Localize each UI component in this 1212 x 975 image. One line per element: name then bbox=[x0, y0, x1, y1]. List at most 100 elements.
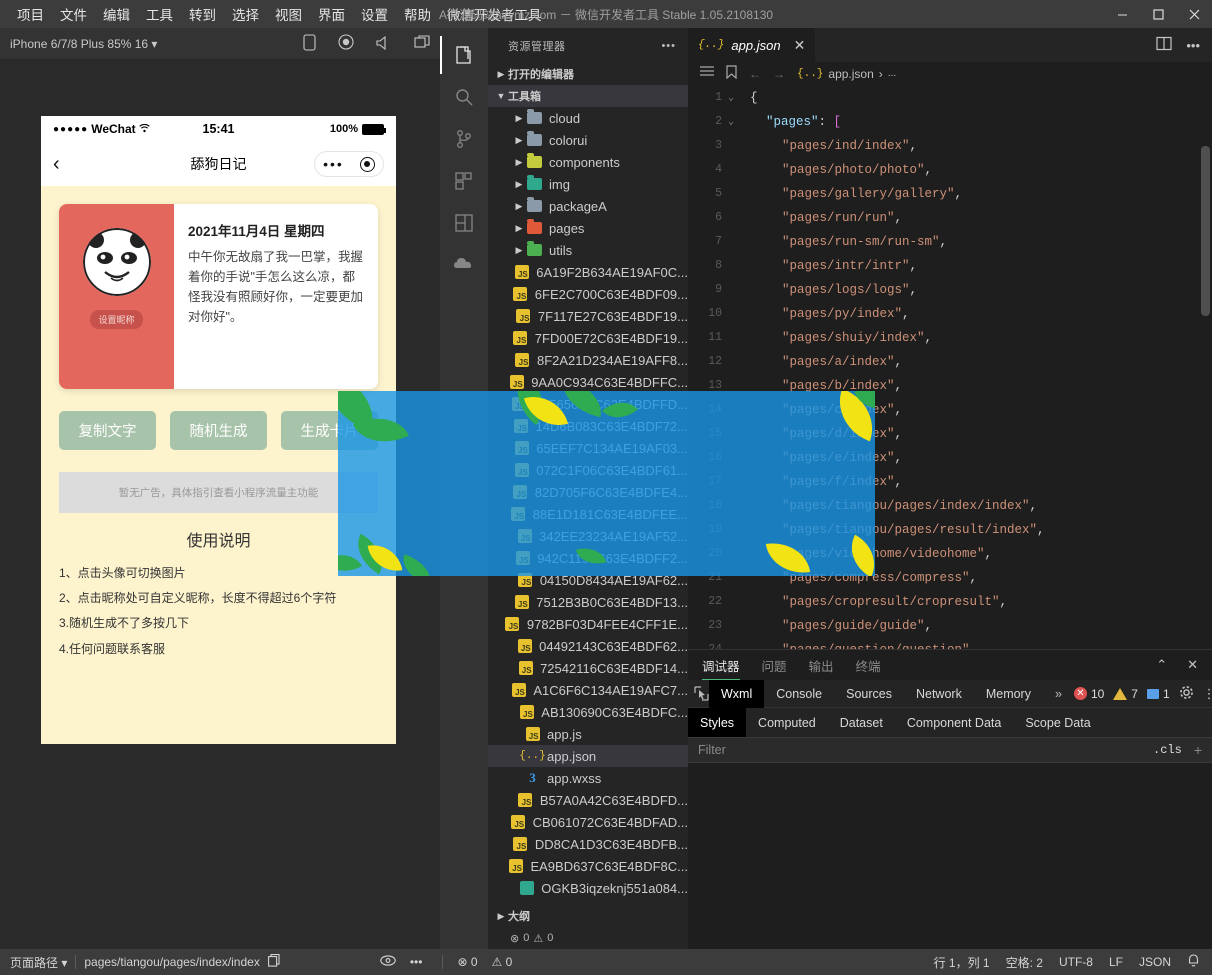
explorer-file-04150D8434AE19AF62...[interactable]: JS04150D8434AE19AF62... bbox=[488, 569, 688, 591]
record-icon[interactable] bbox=[338, 34, 354, 53]
menu-item-4[interactable]: 转到 bbox=[182, 0, 223, 28]
menu-item-5[interactable]: 选择 bbox=[225, 0, 266, 28]
status-warnings[interactable]: ⚠ 0 bbox=[492, 955, 513, 969]
devtools-tab-network[interactable]: Network bbox=[904, 680, 974, 708]
debugger-tab-3[interactable]: 终端 bbox=[856, 650, 881, 680]
explorer-file-7512B3B0C63E4BDF13...[interactable]: JS7512B3B0C63E4BDF13... bbox=[488, 591, 688, 613]
explorer-folder-packageA[interactable]: ▶packageA bbox=[488, 195, 688, 217]
close-panel-icon[interactable]: ✕ bbox=[1187, 657, 1198, 673]
back-arrow-icon[interactable]: ← bbox=[749, 67, 761, 81]
notification-bell-icon[interactable] bbox=[1187, 954, 1200, 971]
explorer-icon[interactable] bbox=[440, 36, 488, 74]
explorer-folder-cloud[interactable]: ▶cloud bbox=[488, 107, 688, 129]
outline-section[interactable]: ▶ 大纲 bbox=[488, 905, 688, 927]
fold-toggle-icon[interactable]: ⌄ bbox=[722, 116, 740, 128]
menu-item-8[interactable]: 设置 bbox=[354, 0, 395, 28]
code-line-20[interactable]: 20"pages/videohome/videohome", bbox=[688, 542, 1212, 566]
menu-item-3[interactable]: 工具 bbox=[139, 0, 180, 28]
explorer-file-9B5656B6C63E4BDFFD...[interactable]: JS9B5656B6C63E4BDFFD... bbox=[488, 393, 688, 415]
code-line-12[interactable]: 12"pages/a/index", bbox=[688, 350, 1212, 374]
explorer-file-A1C6F6C134AE19AFC7...[interactable]: JSA1C6F6C134AE19AFC7... bbox=[488, 679, 688, 701]
breadcrumb-rest[interactable]: ... bbox=[888, 68, 896, 79]
styles-tab-3[interactable]: Component Data bbox=[895, 708, 1014, 737]
collapse-panel-icon[interactable]: ⌃ bbox=[1156, 657, 1167, 673]
phone-screen[interactable]: ●●●●● WeChat 15:41 100% bbox=[41, 116, 396, 744]
status-errors[interactable]: ⊗ 0 bbox=[457, 955, 477, 969]
explorer-file-82D705F6C63E4BDFE4...[interactable]: JS82D705F6C63E4BDFE4... bbox=[488, 481, 688, 503]
forward-arrow-icon[interactable]: → bbox=[773, 67, 785, 81]
menu-item-2[interactable]: 编辑 bbox=[96, 0, 137, 28]
explorer-file-OGKB3iqzeknj551a084...[interactable]: OGKB3iqzeknj551a084... bbox=[488, 877, 688, 899]
code-line-17[interactable]: 17"pages/f/index", bbox=[688, 470, 1212, 494]
explorer-file-AB130690C63E4BDFC...[interactable]: JSAB130690C63E4BDFC... bbox=[488, 701, 688, 723]
code-line-10[interactable]: 10"pages/py/index", bbox=[688, 302, 1212, 326]
code-line-19[interactable]: 19"pages/tiangou/pages/result/index", bbox=[688, 518, 1212, 542]
code-line-4[interactable]: 4"pages/photo/photo", bbox=[688, 158, 1212, 182]
close-tab-icon[interactable]: ✕ bbox=[794, 37, 806, 54]
code-line-11[interactable]: 11"pages/shuiy/index", bbox=[688, 326, 1212, 350]
phone-icon[interactable] bbox=[303, 34, 316, 54]
page-path-selector[interactable]: 页面路径 ▾ bbox=[10, 954, 67, 971]
close-button[interactable] bbox=[1176, 0, 1212, 28]
code-line-1[interactable]: 1⌄{ bbox=[688, 86, 1212, 110]
code-line-9[interactable]: 9"pages/logs/logs", bbox=[688, 278, 1212, 302]
code-line-22[interactable]: 22"pages/cropresult/cropresult", bbox=[688, 590, 1212, 614]
bookmark-icon[interactable] bbox=[726, 65, 737, 82]
explorer-file-88E1D181C63E4BDFEE...[interactable]: JS88E1D181C63E4BDFEE... bbox=[488, 503, 688, 525]
menu-item-6[interactable]: 视图 bbox=[268, 0, 309, 28]
code-line-16[interactable]: 16"pages/e/index", bbox=[688, 446, 1212, 470]
error-badge[interactable]: ✕ 10 bbox=[1074, 687, 1104, 701]
outline-toggle-icon[interactable] bbox=[700, 66, 714, 81]
explorer-file-942C1195C63E4BDFF2...[interactable]: JS942C1195C63E4BDFF2... bbox=[488, 547, 688, 569]
code-editor[interactable]: 1⌄{2⌄"pages": [3"pages/ind/index",4"page… bbox=[688, 86, 1212, 649]
explorer-file-9782BF03D4FEE4CFF1E...[interactable]: JS9782BF03D4FEE4CFF1E... bbox=[488, 613, 688, 635]
problems-summary[interactable]: ⊗ 0 ⚠ 0 bbox=[488, 927, 688, 949]
explorer-file-072C1F06C63E4BDF61...[interactable]: JS072C1F06C63E4BDF61... bbox=[488, 459, 688, 481]
code-line-13[interactable]: 13"pages/b/index", bbox=[688, 374, 1212, 398]
explorer-more-icon[interactable]: ••• bbox=[661, 40, 676, 52]
language-mode[interactable]: JSON bbox=[1139, 955, 1171, 969]
styles-tab-4[interactable]: Scope Data bbox=[1013, 708, 1102, 737]
split-editor-icon[interactable] bbox=[1156, 36, 1172, 54]
code-line-5[interactable]: 5"pages/gallery/gallery", bbox=[688, 182, 1212, 206]
more-actions-icon[interactable]: ••• bbox=[1186, 38, 1200, 53]
editor-tab-app-json[interactable]: {..} app.json ✕ bbox=[688, 28, 816, 62]
debugger-tab-1[interactable]: 问题 bbox=[762, 650, 787, 680]
code-line-21[interactable]: 21"pages/compress/compress", bbox=[688, 566, 1212, 590]
volume-icon[interactable] bbox=[376, 35, 392, 53]
devtools-tab-sources[interactable]: Sources bbox=[834, 680, 904, 708]
explorer-folder-colorui[interactable]: ▶colorui bbox=[488, 129, 688, 151]
styles-tab-0[interactable]: Styles bbox=[688, 708, 746, 737]
explorer-file-8F2A21D234AE19AFF8...[interactable]: JS8F2A21D234AE19AFF8... bbox=[488, 349, 688, 371]
explorer-file-app.js[interactable]: JSapp.js bbox=[488, 723, 688, 745]
styles-tab-2[interactable]: Dataset bbox=[828, 708, 895, 737]
device-selector[interactable]: iPhone 6/7/8 Plus 85% 16 ▾ bbox=[10, 37, 157, 51]
explorer-file-6FE2C700C63E4BDF09...[interactable]: JS6FE2C700C63E4BDF09... bbox=[488, 283, 688, 305]
explorer-folder-pages[interactable]: ▶pages bbox=[488, 217, 688, 239]
add-rule-button[interactable]: + bbox=[1194, 742, 1202, 758]
explorer-file-9AA0C934C63E4BDFFC...[interactable]: JS9AA0C934C63E4BDFFC... bbox=[488, 371, 688, 393]
explorer-file-app.json[interactable]: {..}app.json bbox=[488, 745, 688, 767]
devtools-overflow-icon[interactable]: » bbox=[1043, 680, 1074, 708]
set-nickname-button[interactable]: 设置昵称 bbox=[90, 310, 142, 329]
eye-icon[interactable] bbox=[380, 955, 396, 969]
detach-window-icon[interactable] bbox=[414, 35, 430, 53]
style-filter-bar[interactable]: Filter .cls + bbox=[688, 737, 1212, 763]
devtools-tab-wxml[interactable]: Wxml bbox=[709, 680, 764, 708]
breadcrumb[interactable]: {..} app.json › ... bbox=[797, 67, 896, 81]
panel-layout-icon[interactable] bbox=[440, 204, 488, 242]
code-line-7[interactable]: 7"pages/run-sm/run-sm", bbox=[688, 230, 1212, 254]
explorer-folder-utils[interactable]: ▶utils bbox=[488, 239, 688, 261]
explorer-section-0[interactable]: ▶打开的编辑器 bbox=[488, 63, 688, 85]
explorer-file-72542116C63E4BDF14...[interactable]: JS72542116C63E4BDF14... bbox=[488, 657, 688, 679]
eol-setting[interactable]: LF bbox=[1109, 955, 1123, 969]
sim-action-button-1[interactable]: 随机生成 bbox=[170, 411, 267, 450]
code-line-6[interactable]: 6"pages/run/run", bbox=[688, 206, 1212, 230]
code-line-14[interactable]: 14"pages/c/index", bbox=[688, 398, 1212, 422]
explorer-file-65EEF7C134AE19AF03...[interactable]: JS65EEF7C134AE19AF03... bbox=[488, 437, 688, 459]
styles-tab-1[interactable]: Computed bbox=[746, 708, 828, 737]
code-line-3[interactable]: 3"pages/ind/index", bbox=[688, 134, 1212, 158]
explorer-file-7FD00E72C63E4BDF19...[interactable]: JS7FD00E72C63E4BDF19... bbox=[488, 327, 688, 349]
debugger-tab-2[interactable]: 输出 bbox=[809, 650, 834, 680]
code-line-23[interactable]: 23"pages/guide/guide", bbox=[688, 614, 1212, 638]
